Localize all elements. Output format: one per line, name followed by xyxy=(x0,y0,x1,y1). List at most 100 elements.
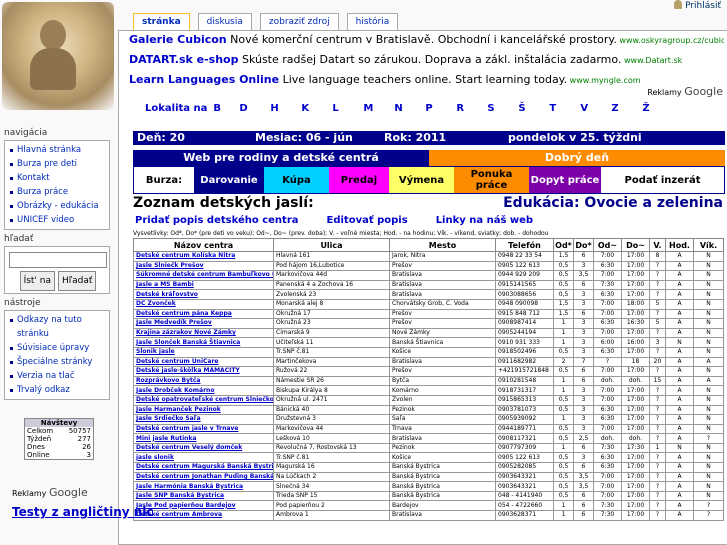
center-name-link[interactable]: Jasle Srdiečko Šaľa xyxy=(133,414,274,425)
sidebar-tool-item[interactable]: Trvalý odkaz xyxy=(9,383,107,397)
sidebar-nav-item[interactable]: Burza pre deti xyxy=(9,157,107,171)
center-name-link[interactable]: Detské centrum pána Keppa xyxy=(133,308,274,320)
table-cell: Okružná 17 xyxy=(273,308,390,320)
add-description-link[interactable]: Pridať popis detského centra xyxy=(135,215,299,226)
center-name-link[interactable]: Jasle Slniečk Prešov xyxy=(133,260,274,272)
links-to-web-link[interactable]: Linky na náš web xyxy=(436,215,533,226)
center-name-link[interactable]: Detské centrum UniCare xyxy=(133,356,274,368)
search-input[interactable] xyxy=(9,251,107,268)
center-name-link[interactable]: Detské kráľovstvo xyxy=(133,289,274,300)
center-name-link[interactable]: Detské centrum Jonathan Puding Banská By… xyxy=(133,471,274,483)
letter-link[interactable]: Z xyxy=(611,103,642,114)
center-name-link[interactable]: Detské jasle-škôlka MAMACITY xyxy=(133,366,274,377)
center-name-link[interactable]: Detské centrum Veselý domček xyxy=(133,442,274,454)
sidebar-nav-item[interactable]: Hlavná stránka xyxy=(9,143,107,157)
center-name-link[interactable]: DC Zvonček xyxy=(133,298,274,310)
center-name-link[interactable]: Jasle Harmónia Banská Bystrica xyxy=(133,481,274,492)
table-cell: A xyxy=(665,394,694,406)
table-cell: Prešov xyxy=(389,260,496,272)
sidebar-nav-item[interactable]: Obrázky - edukácia xyxy=(9,199,107,213)
sidebar-tool-item[interactable]: Odkazy na tuto stránku xyxy=(9,313,107,341)
exchange-item[interactable]: Predaj xyxy=(329,167,389,193)
sidebar-tool-item[interactable]: Špeciálne stránky xyxy=(9,355,107,369)
table-cell: 0,5 xyxy=(553,289,574,300)
letter-link[interactable]: B xyxy=(213,103,239,114)
letter-link[interactable]: M xyxy=(363,103,394,114)
table-cell: N xyxy=(693,481,724,492)
center-name-link[interactable]: Súkromné detské centrum Bambuľkovo (jasl… xyxy=(133,270,274,281)
table-cell: 17:00 xyxy=(621,308,650,320)
ad-link[interactable]: Testy z angličtiny nic xyxy=(12,505,154,520)
letter-link[interactable]: S xyxy=(487,103,518,114)
letter-link[interactable]: K xyxy=(301,103,332,114)
letter-link[interactable]: N xyxy=(394,103,425,114)
letter-link[interactable]: R xyxy=(456,103,487,114)
tab-history[interactable]: história xyxy=(346,13,399,31)
exchange-item[interactable]: Podať inzerát xyxy=(601,167,724,193)
ad-line[interactable]: Learn Languages Online Live language tea… xyxy=(129,71,724,91)
center-name-link[interactable]: Detské centrum Kolíska Nitra xyxy=(133,251,274,262)
edu-title[interactable]: Edukácia: Ovocie a zelenina xyxy=(503,195,723,211)
login-link[interactable]: Prihlásiť xyxy=(674,0,721,11)
letter-link[interactable]: Š xyxy=(518,103,549,114)
go-button[interactable]: Íst' na xyxy=(19,270,55,291)
letter-link[interactable]: T xyxy=(549,103,580,114)
table-cell: A xyxy=(665,260,694,272)
letter-nav-label: Lokalita na xyxy=(145,103,208,114)
letter-link[interactable]: L xyxy=(332,103,363,114)
center-name-link[interactable]: Jasle Drobček Komárno xyxy=(133,385,274,396)
banner-family-web[interactable]: Web pre rodiny a detské centrá xyxy=(133,150,429,166)
letter-link[interactable]: D xyxy=(239,103,270,114)
center-name-link[interactable]: Jasle SNP Banská Bystrica xyxy=(133,490,274,502)
sidebar-tool-item[interactable]: Súvisiace úpravy xyxy=(9,341,107,355)
table-cell: 0903088656 xyxy=(495,289,554,300)
exchange-item[interactable]: Ponuka práce xyxy=(454,167,529,193)
center-name-link[interactable]: Detské centrum jasle v Trnave xyxy=(133,423,274,435)
table-cell: N xyxy=(693,471,724,483)
exchange-item[interactable]: Darovanie xyxy=(194,167,264,193)
table-cell: 3 xyxy=(573,414,594,425)
sidebar-nav-item[interactable]: Burza práce xyxy=(9,185,107,199)
date-week: pondelok v 25. týždni xyxy=(508,131,642,144)
ads-by-google[interactable]: Reklamy Google xyxy=(647,85,723,98)
table-cell: Zvolen xyxy=(389,394,496,406)
center-name-link[interactable]: Krajina zázrakov Nové Zámky xyxy=(133,327,274,339)
center-name-link[interactable]: Rozprávkovo Bytča xyxy=(133,375,274,387)
exchange-item[interactable]: Výmena xyxy=(389,167,454,193)
letter-link[interactable]: H xyxy=(270,103,301,114)
ad-line[interactable]: Galerie Cubicon Nové komerční centrum v … xyxy=(129,31,724,51)
sidebar-nav-item[interactable]: Kontakt xyxy=(9,171,107,185)
exchange-item[interactable]: Dopyt práce xyxy=(529,167,601,193)
center-name-link[interactable]: Jasle Harmanček Pezinok xyxy=(133,404,274,416)
tab-discussion[interactable]: diskusia xyxy=(197,13,252,31)
table-cell: 0910281548 xyxy=(495,375,554,387)
site-logo[interactable] xyxy=(2,2,114,110)
center-name-link[interactable]: Detské centrum Ambrova xyxy=(133,510,274,521)
table-row: Jasle Harmanček Pezinok Bánická 40 Pezinok… xyxy=(133,404,724,416)
table-cell: 3,5 xyxy=(573,481,594,492)
center-name-link[interactable]: Jasle Pod papierňou Bardejov xyxy=(133,500,274,512)
center-name-link[interactable]: Jasle Medvedík Prešov xyxy=(133,318,274,329)
center-name-link[interactable]: Jasle Slonček Banská Štiavnica xyxy=(133,337,274,348)
table-cell: Pezinok xyxy=(389,404,496,416)
letter-link[interactable]: P xyxy=(425,103,456,114)
sidebar-nav-item[interactable]: UNICEF video xyxy=(9,213,107,227)
center-name-link[interactable]: Mini jasle Rutinka xyxy=(133,433,274,444)
tab-view-source[interactable]: zobraziť zdroj xyxy=(259,13,339,31)
table-cell: 0,5 xyxy=(553,346,574,358)
center-name-link[interactable]: Detské opatrovateľské centrum Slniečko xyxy=(133,394,274,406)
table-cell: ? xyxy=(649,385,666,396)
exchange-nav: Burza: Darovanie Kúpa Predaj Výmena Ponuka pr… xyxy=(133,166,725,194)
center-name-link[interactable]: Detské centrum Magurská Banská Bystrica xyxy=(133,462,274,473)
exchange-item[interactable]: Kúpa xyxy=(264,167,329,193)
letter-link[interactable]: V xyxy=(580,103,611,114)
sidebar-tool-item[interactable]: Verzia na tlač xyxy=(9,369,107,383)
ad-line[interactable]: DATART.sk e-shop Skúste radšej Datart so… xyxy=(129,51,724,71)
center-name-link[interactable]: Slonik jasle xyxy=(133,346,274,358)
center-name-link[interactable]: Jasle a MŠ Bambi xyxy=(133,279,274,291)
search-button[interactable]: Hľadať xyxy=(58,270,97,291)
center-name-link[interactable]: jasle slonik xyxy=(133,452,274,464)
letter-link[interactable]: Ž xyxy=(642,103,673,114)
table-row: Detské centrum Ambrova Ambrova 1 Bratislav… xyxy=(133,510,724,521)
edit-description-link[interactable]: Editovať popis xyxy=(327,215,408,226)
